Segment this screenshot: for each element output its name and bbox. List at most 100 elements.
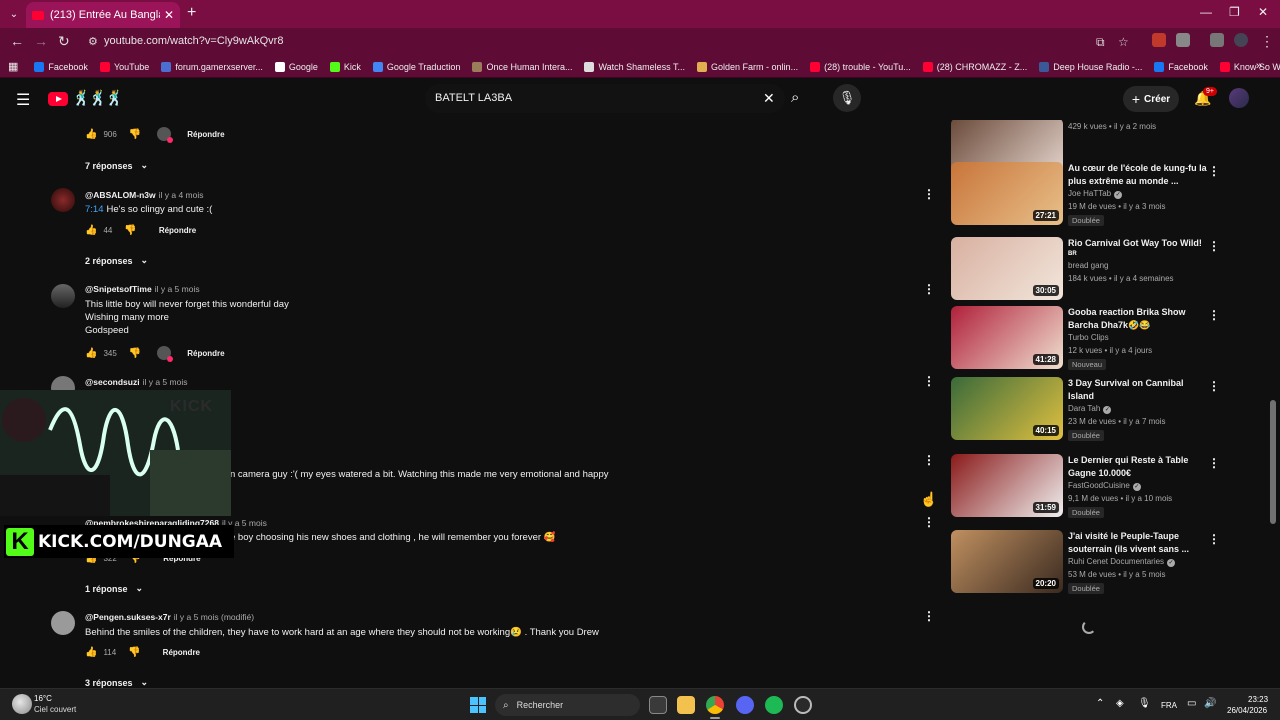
voice-search-mic-icon[interactable]: 🎙 [833, 84, 861, 112]
avatar[interactable] [51, 611, 75, 635]
view-replies-button[interactable]: 1 réponse ⌄ [85, 583, 143, 594]
video-thumbnail[interactable]: 31:59 [951, 454, 1063, 517]
profile-avatar-icon[interactable] [1234, 33, 1248, 47]
recommended-video[interactable]: 40:15 3 Day Survival on Cannibal Island Da… [950, 377, 1220, 443]
input-language[interactable]: FRA [1161, 701, 1177, 710]
like-icon[interactable]: 👍 [85, 348, 97, 359]
bookmarks-overflow-icon[interactable]: » [1256, 60, 1262, 72]
like-icon[interactable]: 👍 [85, 225, 97, 236]
discord-icon[interactable] [736, 696, 754, 714]
file-explorer-icon[interactable] [677, 696, 695, 714]
channel-name[interactable]: Dara Tah ✓ [1068, 404, 1112, 414]
bookmark-item[interactable]: Google Traduction [372, 61, 460, 72]
video-menu-icon[interactable]: ⋮ [1208, 308, 1220, 322]
comment-menu-icon[interactable]: ⋮ [923, 609, 935, 623]
youtube-doodle[interactable]: 🕺🕺🕺 [72, 89, 124, 107]
like-icon[interactable]: 👍 [85, 129, 97, 140]
comment-author[interactable]: @ABSALOM-n3w il y a 4 mois [85, 190, 204, 200]
windows-start-icon[interactable] [470, 697, 486, 713]
task-view-icon[interactable] [649, 696, 667, 714]
search-box[interactable]: BATELT LA3BA ✕ [425, 84, 785, 113]
recommended-video[interactable]: 41:28 Gooba reaction Brika Show Barcha Dh… [950, 306, 1220, 372]
forward-arrow-icon[interactable]: → [34, 33, 48, 49]
guide-menu-icon[interactable]: ☰ [16, 90, 30, 110]
bookmark-item[interactable]: Facebook [1154, 61, 1208, 72]
recommended-video[interactable]: 20:20 J'ai visité le Peuple-Taupe souterr… [950, 530, 1220, 596]
restore-icon[interactable]: ❐ [1229, 5, 1240, 19]
chrome-icon[interactable] [706, 696, 724, 714]
channel-name[interactable]: Joe HaTTab ✓ [1068, 189, 1123, 199]
reading-list-icon[interactable] [1210, 33, 1224, 47]
comment-author[interactable]: @Pengen.sukses-x7r il y a 5 mois (modifié… [85, 612, 254, 622]
back-arrow-icon[interactable]: ← [10, 33, 24, 49]
reply-button[interactable]: Répondre [159, 226, 196, 235]
view-replies-button[interactable]: 7 réponses ⌄ [85, 160, 148, 171]
video-menu-icon[interactable]: ⋮ [1208, 164, 1220, 178]
video-thumbnail[interactable]: 20:20 [951, 530, 1063, 593]
comment-menu-icon[interactable]: ⋮ [923, 515, 935, 529]
video-menu-icon[interactable]: ⋮ [1208, 456, 1220, 470]
weather-description[interactable]: Ciel couvert [34, 705, 76, 714]
bookmark-item[interactable]: Golden Farm - onlin... [697, 61, 798, 72]
window-close-icon[interactable]: ✕ [1258, 5, 1268, 19]
bookmark-item[interactable]: (28) CHROMAZZ - Z... [922, 61, 1027, 72]
bookmark-item[interactable]: Google [274, 61, 318, 72]
dislike-icon[interactable]: 👎 [128, 647, 140, 658]
extension-icon[interactable] [1152, 33, 1166, 47]
video-title[interactable]: Gooba reaction Brika Show Barcha Dha7k🤣😂 [1068, 306, 1208, 332]
comment-author[interactable]: @SnipetsofTime il y a 5 mois [85, 284, 200, 294]
avatar[interactable] [51, 188, 75, 212]
reply-button[interactable]: Répondre [187, 349, 224, 358]
comment-menu-icon[interactable]: ⋮ [923, 187, 935, 201]
bookmark-star-icon[interactable]: ☆ [1118, 35, 1129, 49]
search-input[interactable]: BATELT LA3BA [435, 92, 512, 104]
volume-icon[interactable]: 🔊 [1204, 698, 1216, 709]
reply-button[interactable]: Répondre [187, 130, 224, 139]
spotify-icon[interactable] [765, 696, 783, 714]
bookmark-item[interactable]: forum.gamerxserver... [161, 61, 263, 72]
cast-icon[interactable]: ⧉ [1096, 35, 1105, 50]
clock-time[interactable]: 23:23 [1248, 695, 1268, 704]
video-title[interactable]: Le Dernier qui Reste à Table Gagne 10.00… [1068, 454, 1208, 480]
address-bar[interactable]: ⚙ youtube.com/watch?v=Cly9wAkQvr8 ⧉ ☆ [80, 31, 1140, 53]
bookmark-item[interactable]: Kick [329, 61, 361, 72]
channel-name[interactable]: Ruhi Cenet Documentaries ✓ [1068, 557, 1176, 567]
video-title[interactable]: J'ai visité le Peuple-Taupe souterrain (… [1068, 530, 1208, 556]
video-menu-icon[interactable]: ⋮ [1208, 532, 1220, 546]
video-thumbnail[interactable]: 27:21 [951, 162, 1063, 225]
comment-menu-icon[interactable]: ⋮ [923, 374, 935, 388]
recommended-video[interactable]: 31:59 Le Dernier qui Reste à Table Gagne … [950, 454, 1220, 520]
bookmark-item[interactable]: Facebook [34, 61, 88, 72]
dislike-icon[interactable]: 👎 [124, 225, 136, 236]
apps-grid-icon[interactable]: ▦ [8, 60, 18, 73]
clear-search-icon[interactable]: ✕ [763, 90, 775, 107]
bookmark-item[interactable]: Watch Shameless T... [584, 61, 685, 72]
bookmark-item[interactable]: YouTube [99, 61, 149, 72]
bookmark-item[interactable]: Deep House Radio -... [1039, 61, 1142, 72]
view-replies-button[interactable]: 3 réponses ⌄ [85, 677, 148, 688]
reply-button[interactable]: Répondre [163, 648, 200, 657]
channel-name[interactable]: Turbo Clips [1068, 333, 1109, 342]
youtube-logo-icon[interactable] [48, 92, 68, 106]
taskbar-search[interactable]: ⌕ Rechercher [495, 694, 640, 716]
bookmark-item[interactable]: Once Human Intera... [472, 61, 572, 72]
video-menu-icon[interactable]: ⋮ [1208, 239, 1220, 253]
bookmark-item[interactable]: Know So Well by TE... [1219, 61, 1280, 72]
dislike-icon[interactable]: 👎 [129, 129, 141, 140]
video-title[interactable]: Au cœur de l'école de kung-fu la plus ex… [1068, 162, 1208, 188]
account-avatar[interactable] [1229, 88, 1249, 108]
network-icon[interactable]: ▭ [1187, 698, 1196, 709]
reload-icon[interactable]: ↻ [58, 33, 70, 50]
comment-timestamp-link[interactable]: 7:14 [85, 204, 104, 215]
avatar[interactable] [51, 284, 75, 308]
browser-menu-icon[interactable]: ⋮ [1260, 33, 1274, 50]
video-title[interactable]: 3 Day Survival on Cannibal Island [1068, 377, 1208, 403]
video-title[interactable]: Rio Carnival Got Way Too Wild! [1068, 237, 1208, 250]
minimize-icon[interactable]: — [1200, 5, 1212, 19]
video-thumbnail[interactable]: 41:28 [951, 306, 1063, 369]
microphone-icon[interactable]: 🎙 [1138, 698, 1151, 709]
dislike-icon[interactable]: 👎 [129, 348, 141, 359]
page-scrollbar[interactable] [1270, 400, 1276, 524]
weather-cloud-icon[interactable] [12, 694, 32, 714]
channel-name[interactable]: bread gang [1068, 261, 1108, 270]
